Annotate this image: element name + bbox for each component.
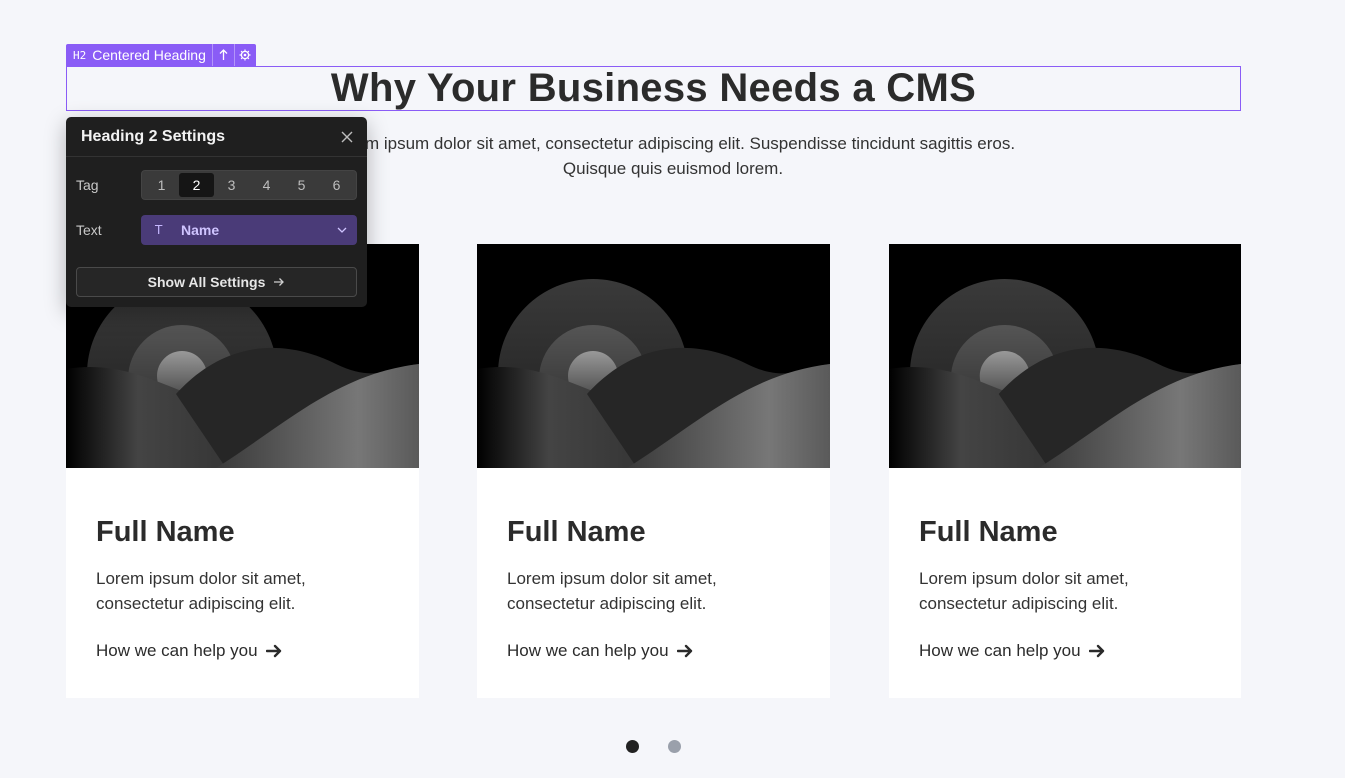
card-title: Full Name (507, 516, 646, 548)
text-row: Text T Name (76, 215, 357, 245)
show-all-settings-button[interactable]: Show All Settings (76, 267, 357, 297)
tag-option-2[interactable]: 2 (179, 173, 214, 197)
text-type-icon: T (155, 223, 163, 237)
arrow-right-icon (1088, 644, 1104, 658)
tag-option-6[interactable]: 6 (319, 173, 354, 197)
heading-settings-panel: Heading 2 Settings Tag 1 2 3 4 5 6 Text … (66, 117, 367, 307)
select-parent-icon[interactable] (211, 44, 234, 66)
selection-element-label[interactable]: H2 Centered Heading (66, 44, 212, 66)
tag-label: Tag (76, 177, 99, 193)
tag-option-4[interactable]: 4 (249, 173, 284, 197)
gear-icon[interactable] (233, 44, 256, 66)
close-icon[interactable] (339, 129, 355, 145)
text-source-value: Name (181, 222, 220, 238)
arrow-right-icon (265, 644, 281, 658)
card-link[interactable]: How we can help you (919, 641, 1106, 661)
card-description: Lorem ipsum dolor sit amet, consectetur … (96, 569, 306, 613)
card-link-label: How we can help you (507, 641, 669, 660)
panel-header: Heading 2 Settings (66, 117, 367, 157)
chevron-down-icon (337, 227, 347, 233)
selection-element-name: Centered Heading (92, 47, 206, 63)
text-label: Text (76, 222, 102, 238)
tag-selector[interactable]: 1 2 3 4 5 6 (141, 170, 357, 200)
card-link-label: How we can help you (96, 641, 258, 660)
card: Full Name Lorem ipsum dolor sit amet, co… (66, 244, 419, 698)
arrow-right-icon (676, 644, 692, 658)
card-link-label: How we can help you (919, 641, 1081, 660)
pagination-dot[interactable] (668, 740, 681, 753)
card-title: Full Name (96, 516, 235, 548)
card-link[interactable]: How we can help you (507, 641, 694, 661)
card-image (889, 244, 1241, 468)
arrow-right-icon (274, 278, 285, 286)
selected-heading-outline[interactable]: Why Your Business Needs a CMS (66, 66, 1241, 111)
page-heading[interactable]: Why Your Business Needs a CMS (331, 66, 976, 111)
selection-tag-badge: H2 (73, 48, 87, 62)
panel-title: Heading 2 Settings (81, 127, 226, 145)
tag-option-3[interactable]: 3 (214, 173, 249, 197)
tag-option-5[interactable]: 5 (284, 173, 319, 197)
show-all-settings-label: Show All Settings (147, 274, 266, 290)
card-description: Lorem ipsum dolor sit amet, consectetur … (919, 569, 1129, 613)
text-source-select[interactable]: T Name (141, 215, 357, 245)
card: Full Name Lorem ipsum dolor sit amet, co… (477, 244, 830, 698)
tag-row: Tag 1 2 3 4 5 6 (76, 170, 357, 200)
selection-badge[interactable]: H2 Centered Heading (66, 44, 256, 66)
tag-option-1[interactable]: 1 (144, 173, 179, 197)
card-link[interactable]: How we can help you (96, 641, 283, 661)
section-subtitle: Lorem ipsum dolor sit amet, consectetur … (330, 134, 1016, 178)
pagination-dot-active[interactable] (626, 740, 639, 753)
card-image (477, 244, 830, 468)
card-description: Lorem ipsum dolor sit amet, consectetur … (507, 569, 717, 613)
card-title: Full Name (919, 516, 1058, 548)
card: Full Name Lorem ipsum dolor sit amet, co… (889, 244, 1241, 698)
